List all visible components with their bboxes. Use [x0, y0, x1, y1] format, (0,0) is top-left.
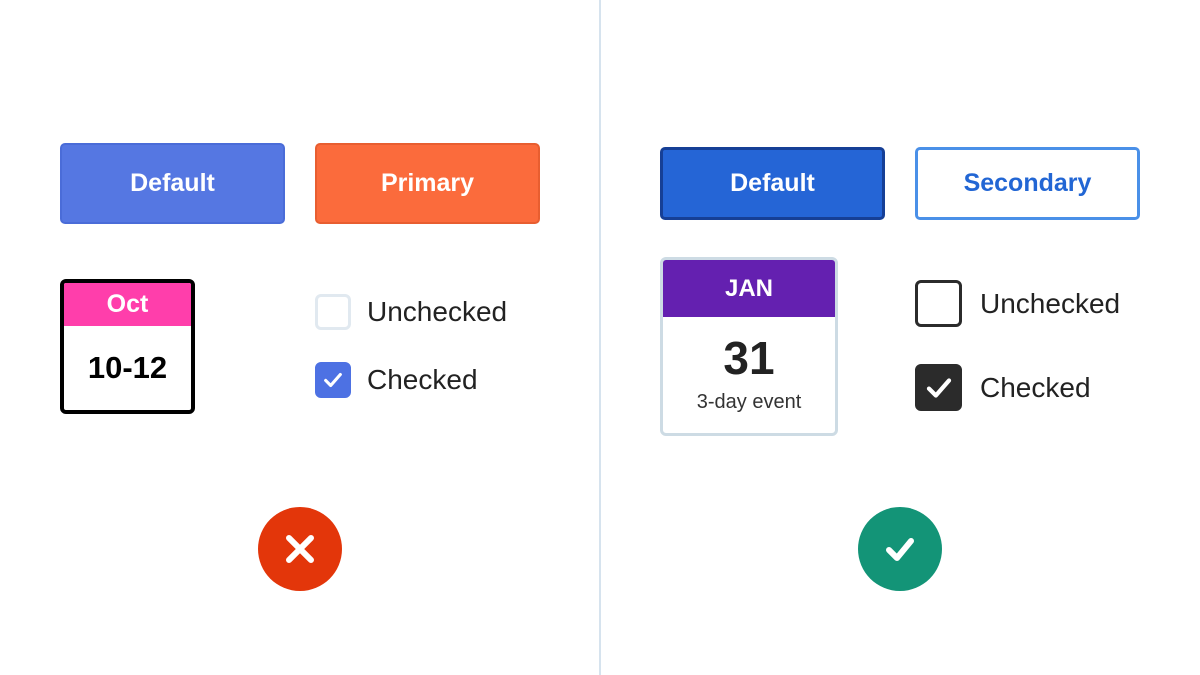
checkmark-icon [324, 372, 342, 388]
x-mark-icon [286, 535, 314, 563]
incorrect-status-badge [258, 507, 342, 591]
good-example-panel: Default Secondary JAN 31 3-day event Unc… [600, 0, 1200, 675]
default-button[interactable]: Default [660, 147, 885, 220]
checkbox-unchecked[interactable] [315, 294, 351, 330]
calendar-day: 31 [723, 332, 775, 384]
checkbox-checked-label: Checked [367, 364, 478, 395]
checkmark-icon [926, 377, 951, 398]
checkbox-unchecked-row[interactable]: Unchecked [315, 294, 507, 330]
correct-status-badge [858, 507, 942, 591]
default-button[interactable]: Default [60, 143, 285, 224]
checkbox-unchecked[interactable] [915, 280, 962, 327]
calendar-date-badge: Oct 10-12 [60, 279, 195, 414]
calendar-event-note: 3-day event [696, 391, 802, 413]
checkbox-checked-label: Checked [980, 371, 1091, 403]
calendar-event-badge: JAN 31 3-day event [660, 257, 838, 436]
checkbox-unchecked-label: Unchecked [980, 287, 1121, 319]
secondary-button[interactable]: Secondary [915, 147, 1140, 220]
bad-example-panel: Default Primary Oct 10-12 Unchecked Chec… [0, 0, 600, 675]
checkbox-checked-row[interactable]: Checked [915, 364, 1091, 411]
checkbox-checked-row[interactable]: Checked [315, 362, 478, 398]
checkbox-checked[interactable] [915, 364, 962, 411]
checkbox-unchecked-row[interactable]: Unchecked [915, 280, 1120, 327]
checkmark-icon [886, 538, 914, 561]
calendar-month: Oct [64, 283, 191, 326]
checkbox-checked[interactable] [315, 362, 351, 398]
calendar-month: JAN [663, 260, 835, 317]
calendar-date-range: 10-12 [87, 350, 168, 385]
checkbox-unchecked-label: Unchecked [367, 296, 508, 327]
primary-button[interactable]: Primary [315, 143, 540, 224]
